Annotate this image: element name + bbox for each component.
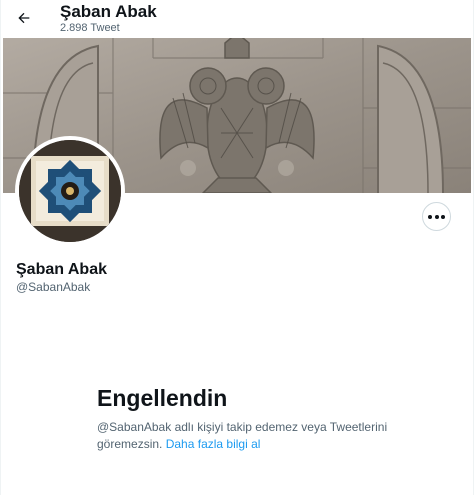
tile-artwork-image <box>19 140 121 242</box>
more-horizontal-icon <box>427 214 446 219</box>
blocked-notice: Engellendin @SabanAbak adlı kişiyi takip… <box>97 384 397 453</box>
more-options-button[interactable] <box>422 202 451 231</box>
header-title: Şaban Abak <box>60 2 157 21</box>
profile-page: Şaban Abak 2.898 Tweet Şaban Abak @Saban… <box>0 0 474 495</box>
profile-display-name: Şaban Abak <box>16 261 107 278</box>
profile-handle: @SabanAbak <box>16 280 91 294</box>
profile-avatar[interactable] <box>15 136 125 246</box>
blocked-description: @SabanAbak adlı kişiyi takip edemez veya… <box>97 419 397 453</box>
back-button[interactable] <box>11 5 37 31</box>
tweet-count: 2.898 Tweet <box>60 22 120 34</box>
learn-more-link[interactable]: Daha fazla bilgi al <box>166 437 261 451</box>
top-bar: Şaban Abak 2.898 Tweet <box>1 0 473 38</box>
arrow-left-icon <box>18 12 30 24</box>
blocked-title: Engellendin <box>97 385 228 411</box>
